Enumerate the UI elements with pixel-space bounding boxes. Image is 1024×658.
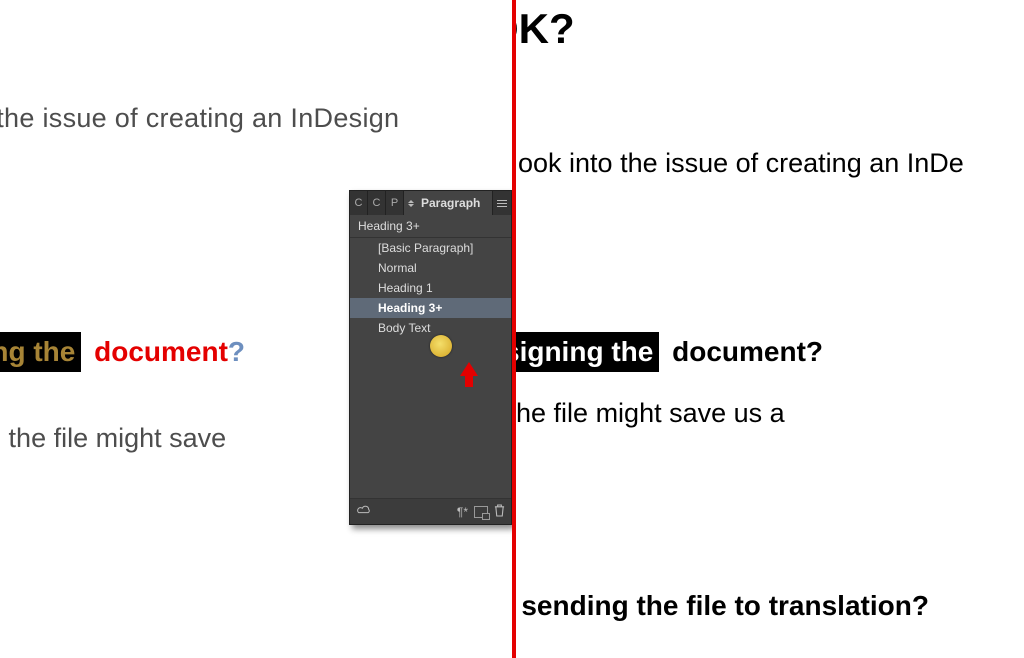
new-style-icon[interactable] <box>474 506 488 518</box>
body-text: ning the file might save <box>0 423 226 454</box>
style-item-body-text[interactable]: Body Text <box>350 318 511 338</box>
panel-tab-collapsed[interactable]: C <box>350 191 368 215</box>
heading-3-sample: e sending the file to translation? <box>516 590 929 622</box>
cc-libraries-icon[interactable] <box>356 504 372 519</box>
paragraph-styles-panel[interactable]: C C P Paragraph Heading 3+ [Basic Paragr… <box>349 190 512 525</box>
body-text: ook into the issue of creating an InDe <box>518 148 964 179</box>
sort-icon <box>408 200 416 207</box>
left-pane: nto the issue of creating an InDesign si… <box>0 0 512 658</box>
heading-3-sample: signing the document? <box>516 332 823 372</box>
override-word: document <box>86 336 228 367</box>
heading-rest: document? <box>664 336 823 367</box>
style-item-heading-1[interactable]: Heading 1 <box>350 278 511 298</box>
body-text: nto the issue of creating an InDesign <box>0 103 399 134</box>
paragraph-style-list: [Basic Paragraph] Normal Heading 1 Headi… <box>350 238 511 338</box>
panel-tab-collapsed[interactable]: C <box>368 191 386 215</box>
body-text: g the file might save us a <box>516 398 785 429</box>
panel-tab-collapsed[interactable]: P <box>386 191 404 215</box>
right-pane: OK? ook into the issue of creating an In… <box>516 0 1024 658</box>
comparison-divider <box>512 0 516 658</box>
style-item-normal[interactable]: Normal <box>350 258 511 278</box>
selection-highlight: signing the <box>0 332 81 372</box>
panel-footer: ¶* <box>350 498 511 524</box>
annotation-arrow-icon <box>460 362 478 376</box>
style-item-heading-3[interactable]: Heading 3+ <box>350 298 511 318</box>
annotation-highlight-dot <box>430 335 452 357</box>
clear-overrides-icon[interactable]: ¶* <box>457 505 468 519</box>
page-title: OK? <box>516 5 575 53</box>
style-item-basic-paragraph[interactable]: [Basic Paragraph] <box>350 238 511 258</box>
delete-style-icon[interactable] <box>494 504 505 520</box>
panel-tab-paragraph-styles[interactable]: Paragraph <box>404 191 493 215</box>
panel-tab-label: Paragraph <box>421 196 480 210</box>
selection-highlight: signing the <box>516 332 659 372</box>
panel-menu-button[interactable] <box>493 191 511 215</box>
question-mark: ? <box>228 336 245 367</box>
heading-3-sample: signing the document? <box>0 332 245 372</box>
applied-style-name: Heading 3+ <box>350 215 511 238</box>
panel-tab-strip: C C P Paragraph <box>350 191 511 215</box>
